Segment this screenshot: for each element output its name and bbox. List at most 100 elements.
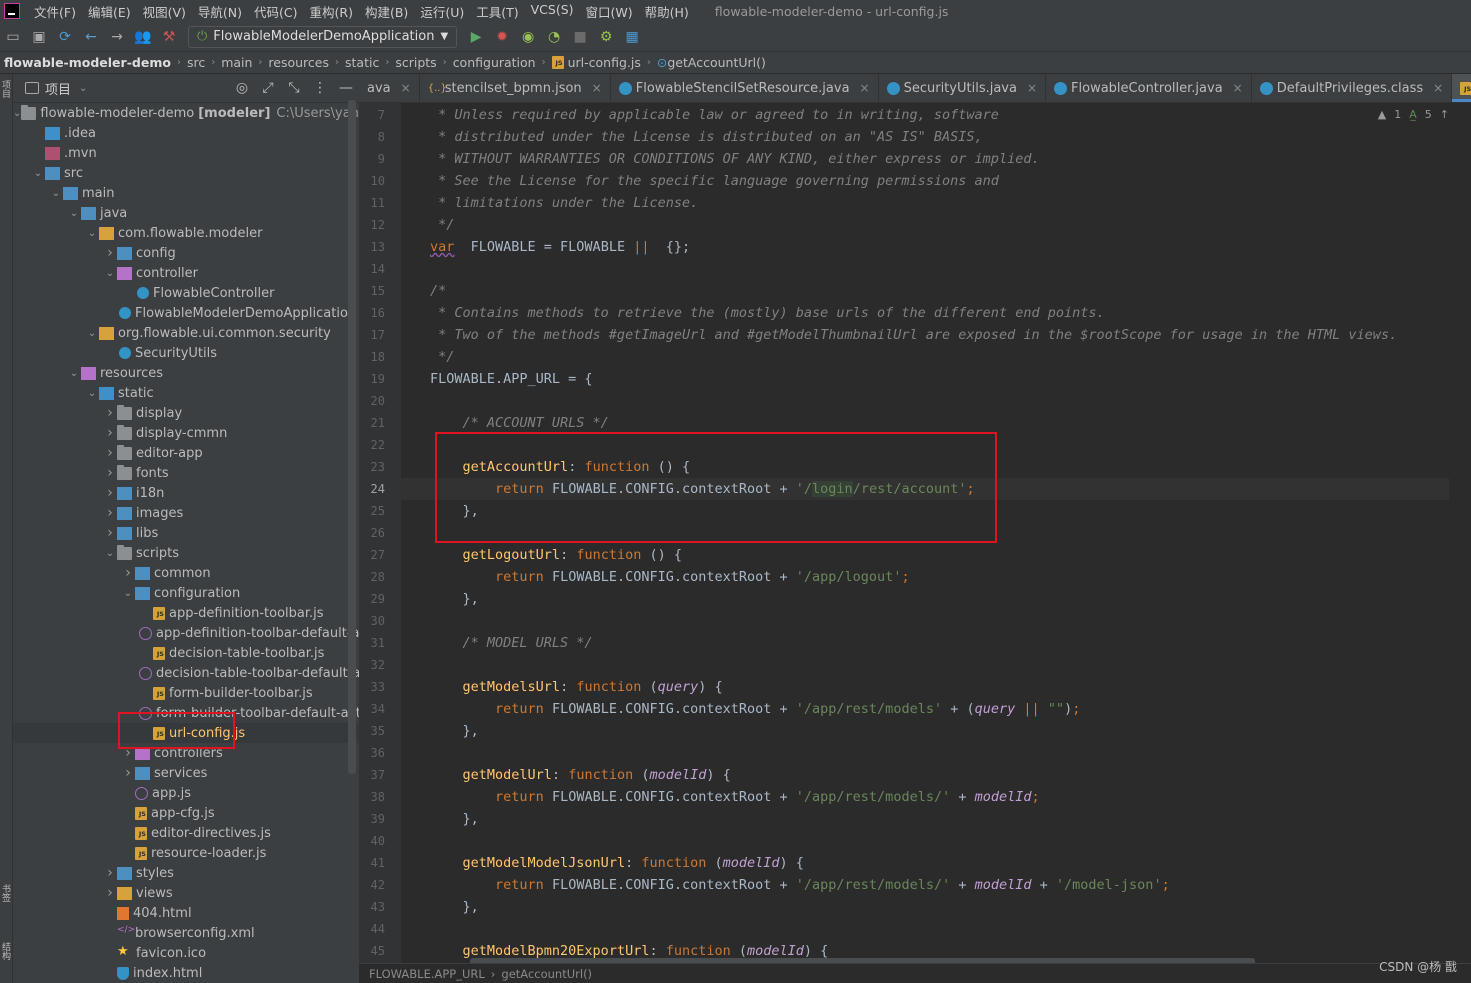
menu-item[interactable]: 导航(N) bbox=[192, 2, 248, 21]
tree-item[interactable]: ⌄ com.flowable.modeler bbox=[13, 223, 359, 243]
chevron-up-icon[interactable]: ↑ bbox=[1440, 108, 1449, 121]
expand-all-icon[interactable]: ⤢ bbox=[255, 80, 281, 96]
chevron-down-icon[interactable]: ⌄ bbox=[103, 268, 117, 279]
forward-icon[interactable]: → bbox=[106, 26, 128, 48]
code-line[interactable]: return FLOWABLE.CONFIG.contextRoot + '/a… bbox=[401, 874, 1449, 896]
tree-item[interactable]: .mvn bbox=[13, 143, 359, 163]
menu-item[interactable]: 编辑(E) bbox=[82, 2, 137, 21]
chevron-down-icon[interactable]: ⌄ bbox=[67, 368, 81, 379]
close-icon[interactable]: × bbox=[1233, 81, 1243, 95]
breadcrumb-item[interactable]: JS url-config.js bbox=[551, 55, 641, 70]
tree-item[interactable]: › editor-app bbox=[13, 443, 359, 463]
tree-item[interactable]: app.js bbox=[13, 783, 359, 803]
code-line[interactable]: /* MODEL URLS */ bbox=[401, 632, 1449, 654]
breadcrumb-item[interactable]: scripts bbox=[395, 55, 436, 70]
code-line[interactable]: FLOWABLE.APP_URL = { bbox=[401, 368, 1449, 390]
hide-panel-icon[interactable]: — bbox=[333, 80, 359, 96]
code-line[interactable]: }, bbox=[401, 896, 1449, 918]
sync-icon[interactable]: ⟳ bbox=[54, 26, 76, 48]
code-line[interactable]: * Two of the methods #getImageUrl and #g… bbox=[401, 324, 1449, 346]
tree-item[interactable]: › images bbox=[13, 503, 359, 523]
save-icon[interactable]: ▣ bbox=[28, 26, 50, 48]
close-icon[interactable]: × bbox=[1027, 81, 1037, 95]
code-line[interactable]: }, bbox=[401, 808, 1449, 830]
open-folder-icon[interactable]: ▭ bbox=[2, 26, 24, 48]
menu-item[interactable]: 帮助(H) bbox=[639, 2, 695, 21]
chevron-right-icon[interactable]: › bbox=[103, 425, 117, 441]
code-line[interactable]: * distributed under the License is distr… bbox=[401, 126, 1449, 148]
tree-item[interactable]: favicon.ico bbox=[13, 943, 359, 963]
code-line[interactable]: var FLOWABLE = FLOWABLE || {}; bbox=[401, 236, 1449, 258]
close-icon[interactable]: × bbox=[401, 81, 411, 95]
vcs-users-icon[interactable]: 👥 bbox=[132, 26, 154, 48]
code-line[interactable]: getModelUrl: function (modelId) { bbox=[401, 764, 1449, 786]
stop-icon[interactable]: ■ bbox=[569, 26, 591, 48]
tree-item[interactable]: 404.html bbox=[13, 903, 359, 923]
tree-item[interactable]: ⌄ src bbox=[13, 163, 359, 183]
tree-item[interactable]: JS editor-directives.js bbox=[13, 823, 359, 843]
tree-item[interactable]: › i18n bbox=[13, 483, 359, 503]
tree-item[interactable]: › styles bbox=[13, 863, 359, 883]
structure-tool-button[interactable]: 结构 bbox=[0, 942, 12, 960]
breadcrumb-item[interactable]: configuration bbox=[453, 55, 536, 70]
tab-flowablecontroller-java[interactable]: FlowableController.java × bbox=[1046, 74, 1252, 102]
code-line[interactable] bbox=[401, 830, 1449, 852]
close-icon[interactable]: × bbox=[860, 81, 870, 95]
tree-item[interactable]: JS app-definition-toolbar.js bbox=[13, 603, 359, 623]
breadcrumb-item[interactable]: ⊙ getAccountUrl() bbox=[657, 55, 766, 70]
debug-icon[interactable]: ✹ bbox=[491, 26, 513, 48]
chevron-right-icon[interactable]: › bbox=[103, 245, 117, 261]
code-line[interactable] bbox=[401, 390, 1449, 412]
tree-item[interactable]: ⌄ flowable-modeler-demo [modeler] C:\Users\… bbox=[13, 103, 359, 123]
chevron-right-icon[interactable]: › bbox=[121, 765, 135, 781]
close-icon[interactable]: × bbox=[592, 81, 602, 95]
code-line[interactable]: getModelsUrl: function (query) { bbox=[401, 676, 1449, 698]
chevron-down-icon[interactable]: ⌄ bbox=[103, 548, 117, 559]
tab-stencilset-bpmn-json[interactable]: {..} stencilset_bpmn.json × bbox=[420, 74, 611, 102]
menu-item[interactable]: 构建(B) bbox=[359, 2, 414, 21]
collapse-all-icon[interactable]: ⤡ bbox=[281, 80, 307, 96]
chevron-right-icon[interactable]: › bbox=[103, 485, 117, 501]
code-line[interactable]: * Unless required by applicable law or a… bbox=[401, 104, 1449, 126]
code-line[interactable]: /* bbox=[401, 280, 1449, 302]
tree-item[interactable]: ⌄ org.flowable.ui.common.security bbox=[13, 323, 359, 343]
chevron-right-icon[interactable]: › bbox=[103, 465, 117, 481]
tree-item[interactable]: app-definition-toolbar-default-actio bbox=[13, 623, 359, 643]
breadcrumb-item[interactable]: resources bbox=[268, 55, 329, 70]
code-line[interactable] bbox=[401, 742, 1449, 764]
code-line[interactable]: return FLOWABLE.CONFIG.contextRoot + '/a… bbox=[401, 786, 1449, 808]
code-line[interactable]: */ bbox=[401, 214, 1449, 236]
tree-item[interactable]: JS form-builder-toolbar.js bbox=[13, 683, 359, 703]
tree-item[interactable]: decision-table-toolbar-default-actio bbox=[13, 663, 359, 683]
breadcrumb-item[interactable]: main bbox=[221, 55, 252, 70]
close-icon[interactable]: × bbox=[1433, 81, 1443, 95]
chevron-down-icon[interactable]: ⌄ bbox=[79, 83, 87, 94]
breadcrumb-item[interactable]: src bbox=[187, 55, 205, 70]
status-crumb-object[interactable]: FLOWABLE.APP_URL bbox=[369, 967, 485, 981]
chevron-right-icon[interactable]: › bbox=[103, 865, 117, 881]
menu-item[interactable]: 视图(V) bbox=[137, 2, 192, 21]
breadcrumb-item[interactable]: flowable-modeler-demo bbox=[4, 55, 171, 70]
code-line[interactable] bbox=[401, 654, 1449, 676]
tree-item[interactable]: › config bbox=[13, 243, 359, 263]
code-line[interactable]: }, bbox=[401, 588, 1449, 610]
chevron-down-icon[interactable]: ⌄ bbox=[85, 328, 99, 339]
tree-item[interactable]: JS app-cfg.js bbox=[13, 803, 359, 823]
menu-item[interactable]: 重构(R) bbox=[304, 2, 359, 21]
tree-item[interactable]: ⌄ java bbox=[13, 203, 359, 223]
code-line[interactable]: return FLOWABLE.CONFIG.contextRoot + '/a… bbox=[401, 698, 1449, 720]
tab-flowablestencilsetresource-java[interactable]: FlowableStencilSetResource.java × bbox=[611, 74, 879, 102]
inspection-widget[interactable]: ▲ 1 A̲ 5 ↑ bbox=[1378, 108, 1449, 121]
tree-item[interactable]: JS resource-loader.js bbox=[13, 843, 359, 863]
back-icon[interactable]: ← bbox=[80, 26, 102, 48]
code-line[interactable]: * limitations under the License. bbox=[401, 192, 1449, 214]
tree-item[interactable]: ⌄ configuration bbox=[13, 583, 359, 603]
chevron-down-icon[interactable]: ⌄ bbox=[85, 228, 99, 239]
chevron-right-icon[interactable]: › bbox=[103, 445, 117, 461]
tree-item[interactable]: SecurityUtils bbox=[13, 343, 359, 363]
run-configuration-select[interactable]: ⏻ FlowableModelerDemoApplication ▼ bbox=[188, 25, 458, 48]
tab-securityutils-java[interactable]: SecurityUtils.java × bbox=[879, 74, 1047, 102]
tree-item[interactable]: FlowableModelerDemoApplication bbox=[13, 303, 359, 323]
chevron-right-icon[interactable]: › bbox=[103, 525, 117, 541]
tab-ava[interactable]: ava × bbox=[359, 74, 420, 102]
